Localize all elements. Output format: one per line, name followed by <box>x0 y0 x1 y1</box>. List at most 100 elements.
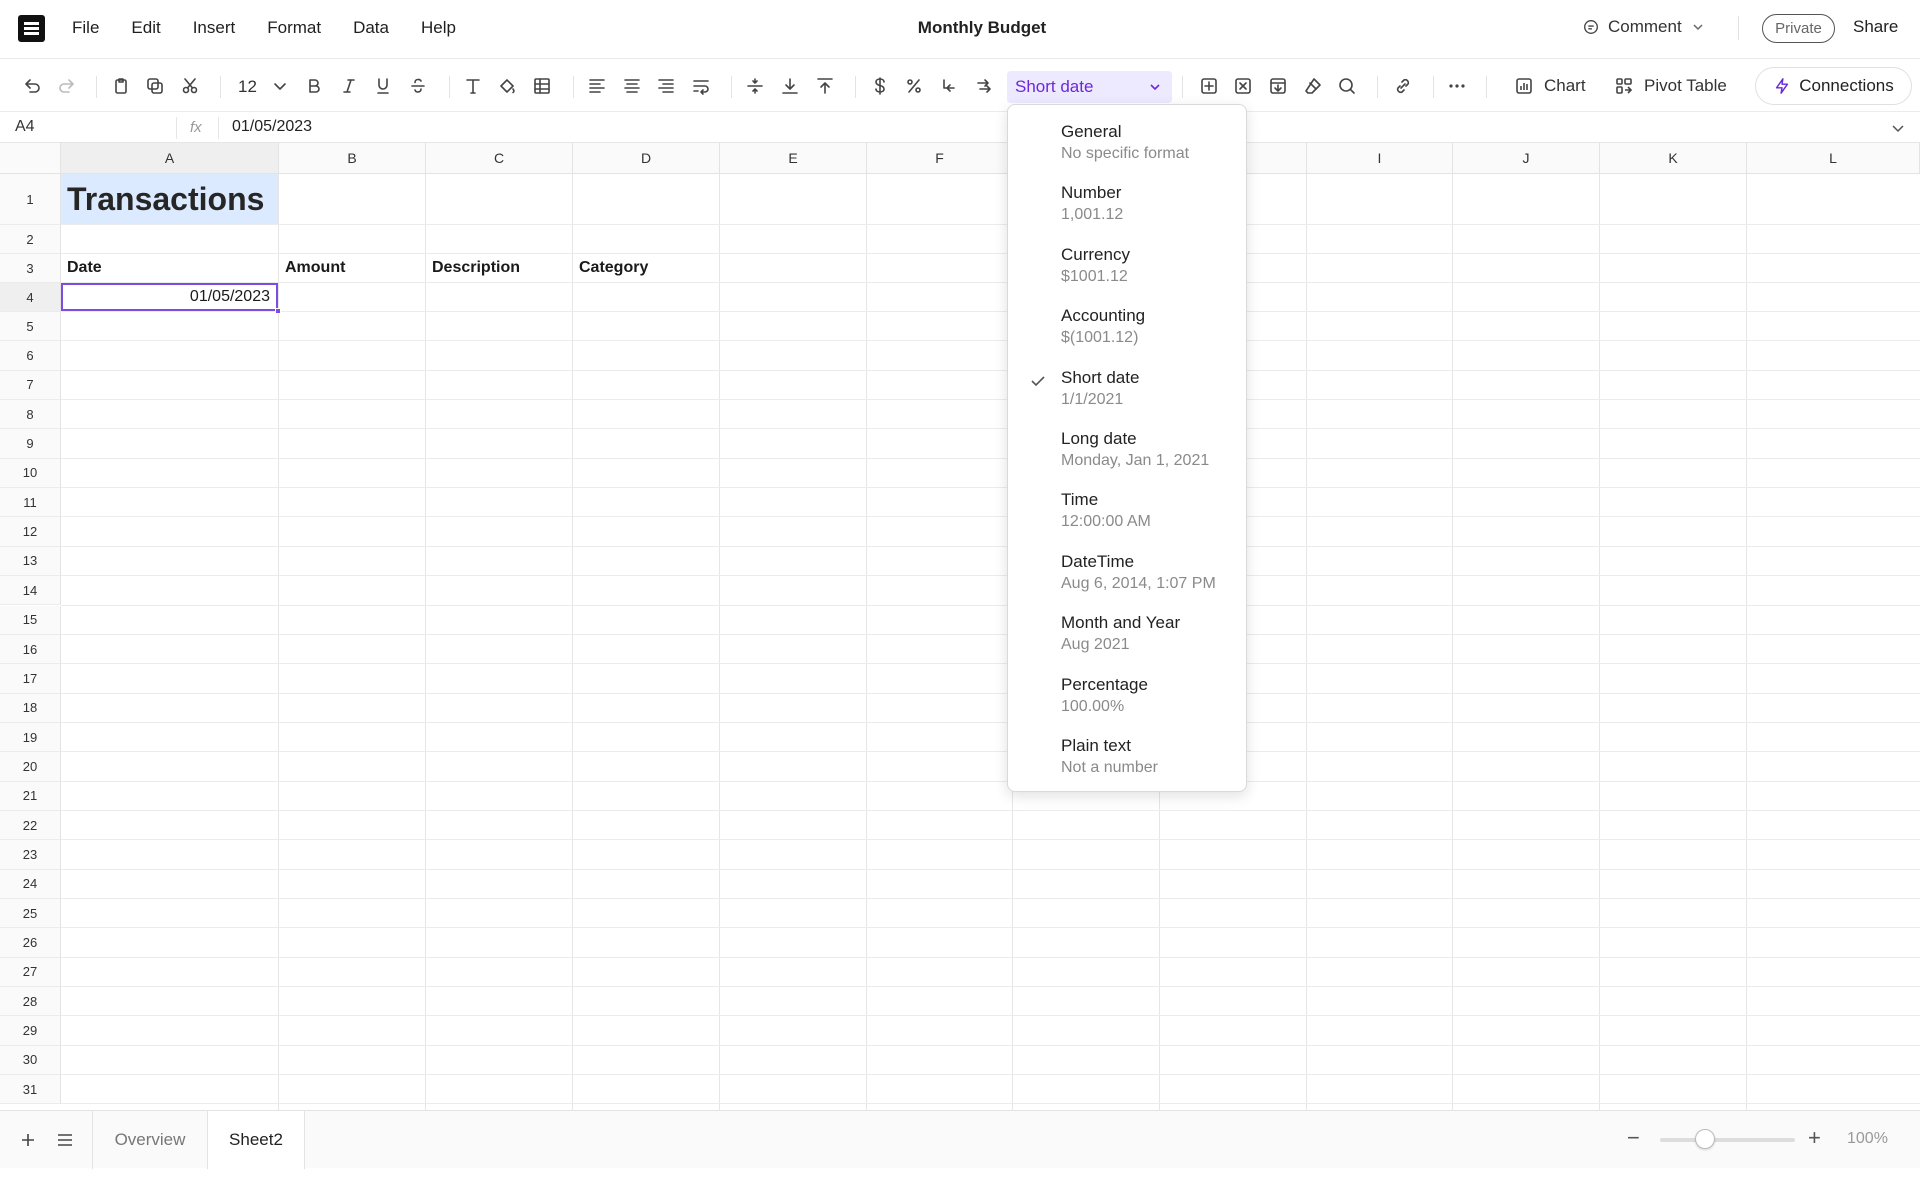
copy-button[interactable] <box>141 72 169 100</box>
insert-row-button[interactable] <box>1195 72 1223 100</box>
menu-edit[interactable]: Edit <box>131 18 160 38</box>
row-header[interactable]: 14 <box>0 576 61 606</box>
row-header[interactable]: 8 <box>0 400 61 430</box>
align-center-button[interactable] <box>618 72 646 100</box>
more-options-button[interactable] <box>1443 72 1471 100</box>
row-header[interactable]: 27 <box>0 957 61 988</box>
row-header[interactable]: 9 <box>0 429 61 459</box>
chart-button[interactable]: Chart <box>1514 76 1586 96</box>
row-header[interactable]: 5 <box>0 312 61 342</box>
decrease-decimal-button[interactable] <box>935 72 963 100</box>
column-header[interactable]: L <box>1747 143 1920 174</box>
cell-name-box[interactable]: A4 <box>15 118 35 136</box>
row-header[interactable]: 29 <box>0 1016 61 1046</box>
comment-button[interactable]: Comment <box>1582 17 1712 37</box>
spreadsheet-grid[interactable]: ABCDEFGHIJKL1234567891011121314151617181… <box>0 143 1920 1110</box>
row-header[interactable]: 25 <box>0 899 61 929</box>
row-header[interactable]: 20 <box>0 752 61 782</box>
chevron-down-icon[interactable] <box>1890 120 1906 136</box>
menu-data[interactable]: Data <box>353 18 389 38</box>
row-header[interactable]: 26 <box>0 928 61 958</box>
column-header[interactable]: F <box>867 143 1013 174</box>
format-option[interactable]: Short date 1/1/2021 <box>1008 360 1246 421</box>
row-header[interactable]: 6 <box>0 341 61 371</box>
column-header[interactable]: D <box>573 143 720 174</box>
menu-format[interactable]: Format <box>267 18 321 38</box>
row-header[interactable]: 7 <box>0 370 61 401</box>
zoom-slider-track[interactable] <box>1660 1138 1795 1142</box>
row-header[interactable]: 18 <box>0 693 61 723</box>
italic-button[interactable] <box>335 72 363 100</box>
percent-format-button[interactable] <box>900 72 928 100</box>
format-option[interactable]: Long date Monday, Jan 1, 2021 <box>1008 421 1246 482</box>
font-size-value[interactable]: 12 <box>238 77 257 97</box>
paste-button[interactable] <box>107 72 135 100</box>
format-option[interactable]: Time 12:00:00 AM <box>1008 482 1246 543</box>
sheet-tab-overview[interactable]: Overview <box>92 1111 208 1169</box>
sheet-tab-sheet2[interactable]: Sheet2 <box>208 1111 305 1169</box>
valign-middle-button[interactable] <box>741 72 769 100</box>
format-option[interactable]: Percentage 100.00% <box>1008 667 1246 728</box>
number-format-select[interactable]: Short date <box>1007 71 1172 103</box>
cut-button[interactable] <box>176 72 204 100</box>
row-header[interactable]: 21 <box>0 781 61 811</box>
connections-button[interactable]: Connections <box>1755 67 1912 105</box>
column-header[interactable]: J <box>1453 143 1600 174</box>
row-header[interactable]: 22 <box>0 810 61 841</box>
format-option[interactable]: Plain text Not a number <box>1008 728 1246 789</box>
sheet-list-icon[interactable] <box>55 1130 75 1150</box>
format-option[interactable]: Currency $1001.12 <box>1008 237 1246 298</box>
insert-link-button[interactable] <box>1389 72 1417 100</box>
row-header[interactable]: 30 <box>0 1045 61 1076</box>
row-header[interactable]: 17 <box>0 664 61 694</box>
increase-decimal-button[interactable] <box>970 72 998 100</box>
row-header[interactable]: 24 <box>0 869 61 899</box>
row-header[interactable]: 10 <box>0 458 61 489</box>
column-label-description[interactable]: Description <box>426 254 572 282</box>
menu-help[interactable]: Help <box>421 18 456 38</box>
column-header[interactable]: C <box>426 143 573 174</box>
valign-top-button[interactable] <box>811 72 839 100</box>
add-sheet-icon[interactable] <box>18 1130 38 1150</box>
zoom-out-button[interactable]: − <box>1627 1125 1640 1151</box>
pivot-table-button[interactable]: Pivot Table <box>1614 76 1727 96</box>
row-header[interactable]: 4 <box>0 283 61 312</box>
insert-below-button[interactable] <box>1264 72 1292 100</box>
redo-button[interactable] <box>53 72 81 100</box>
column-header[interactable]: K <box>1600 143 1747 174</box>
column-header[interactable]: B <box>279 143 426 174</box>
row-header[interactable]: 13 <box>0 546 61 577</box>
zoom-in-button[interactable]: + <box>1808 1125 1821 1151</box>
corner-cell[interactable] <box>0 143 61 174</box>
align-left-button[interactable] <box>583 72 611 100</box>
menu-file[interactable]: File <box>72 18 99 38</box>
bold-button[interactable] <box>300 72 328 100</box>
text-format-button[interactable] <box>459 72 487 100</box>
formula-input[interactable]: 01/05/2023 <box>232 118 312 136</box>
app-logo-icon[interactable] <box>18 15 45 42</box>
zoom-slider-thumb[interactable] <box>1694 1129 1715 1149</box>
column-label-category[interactable]: Category <box>573 254 719 282</box>
column-label-date[interactable]: Date <box>61 254 278 282</box>
row-header[interactable]: 31 <box>0 1075 61 1105</box>
wrap-text-button[interactable] <box>687 72 715 100</box>
undo-button[interactable] <box>18 72 46 100</box>
column-label-amount[interactable]: Amount <box>279 254 425 282</box>
strikethrough-button[interactable] <box>404 72 432 100</box>
menu-insert[interactable]: Insert <box>193 18 236 38</box>
row-header[interactable]: 2 <box>0 225 61 254</box>
share-button[interactable]: Share <box>1853 17 1898 37</box>
fill-handle[interactable] <box>275 308 281 314</box>
borders-button[interactable] <box>528 72 556 100</box>
format-option[interactable]: DateTime Aug 6, 2014, 1:07 PM <box>1008 544 1246 605</box>
search-button[interactable] <box>1333 72 1361 100</box>
row-header[interactable]: 23 <box>0 840 61 870</box>
selected-cell[interactable]: 01/05/2023 <box>61 283 278 311</box>
fill-color-button[interactable] <box>493 72 521 100</box>
format-option[interactable]: General No specific format <box>1008 114 1246 175</box>
row-header[interactable]: 28 <box>0 987 61 1017</box>
row-header[interactable]: 12 <box>0 517 61 547</box>
title-cell[interactable]: Transactions <box>61 174 278 224</box>
underline-button[interactable] <box>369 72 397 100</box>
format-option[interactable]: Month and Year Aug 2021 <box>1008 605 1246 666</box>
